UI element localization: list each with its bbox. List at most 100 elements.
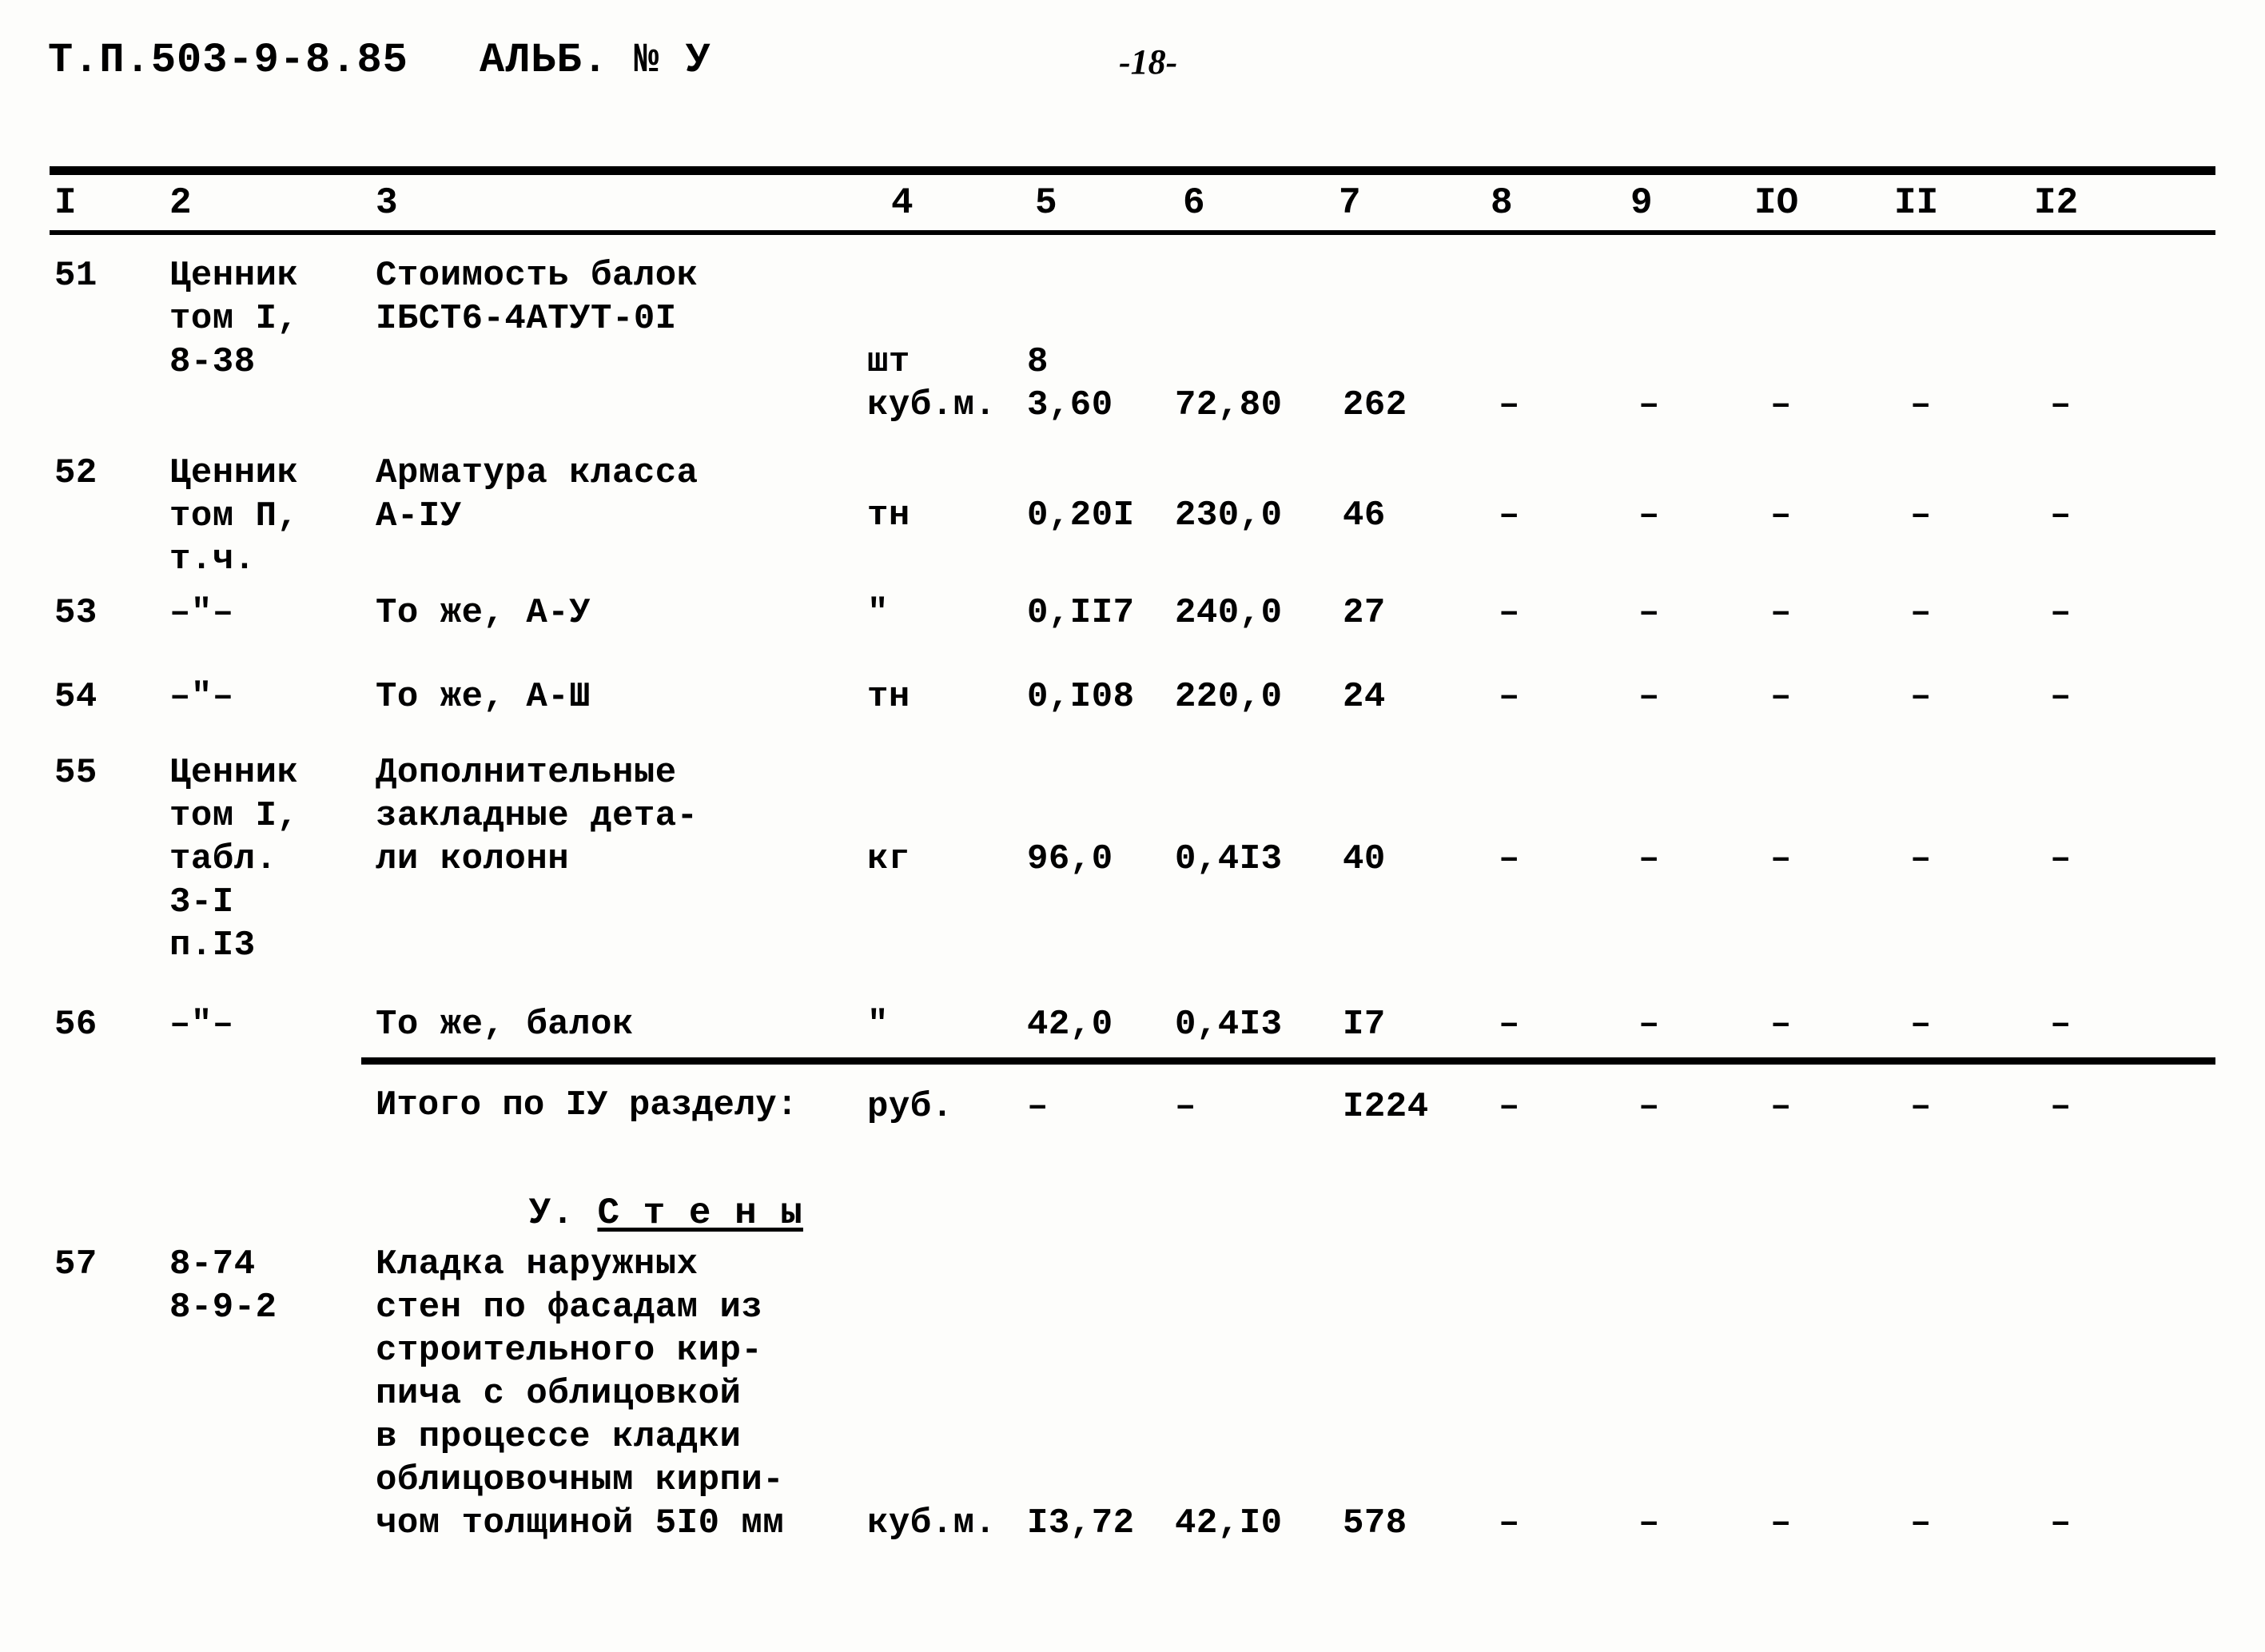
document-page: Т.П.503-9-8.85 АЛЬБ. № У -18- I 2 3 4 5 …: [0, 0, 2265, 1652]
column-10-value: –: [1770, 1503, 1792, 1543]
column-11-value: –: [1910, 1503, 1932, 1543]
source-ref: Ценник том I, табл. 3-I п.I3: [169, 753, 299, 965]
unit-price: 42,I0: [1175, 1503, 1283, 1543]
column-8-value: –: [1499, 1503, 1520, 1543]
column-9-value: –: [1638, 1005, 1660, 1045]
column-9-value: –: [1638, 1503, 1660, 1543]
column-9-value: –: [1638, 593, 1660, 633]
column-10-value: –: [1770, 385, 1792, 425]
source-ref: –"–: [169, 1005, 234, 1045]
total-cost: 40: [1343, 839, 1386, 879]
column-number-11: II: [1894, 182, 1939, 224]
quantity: 96,0: [1027, 839, 1113, 879]
description: То же, А-Ш: [376, 677, 591, 717]
column-8-value: –: [1499, 839, 1520, 879]
total-cost: 578: [1343, 1503, 1407, 1543]
column-9-value: –: [1638, 385, 1660, 425]
unit: тн: [867, 496, 910, 535]
page-number: -18-: [1119, 42, 1178, 82]
section-number: У.: [528, 1192, 598, 1234]
quantity: 42,0: [1027, 1005, 1113, 1045]
column-12-value: –: [2050, 1503, 2072, 1543]
row-number: 53: [54, 593, 98, 633]
column-8-value: –: [1499, 496, 1520, 535]
total-cost: 24: [1343, 677, 1386, 717]
unit-primary: шт: [867, 342, 910, 382]
row-number: 57: [54, 1244, 98, 1284]
row-number: 56: [54, 1005, 98, 1045]
source-ref: –"–: [169, 593, 234, 633]
column-11-value: –: [1910, 1087, 1932, 1127]
description: То же, А-У: [376, 593, 591, 633]
document-code: Т.П.503-9-8.85: [48, 37, 408, 84]
column-10-value: –: [1770, 677, 1792, 717]
column-number-2: 2: [169, 182, 192, 224]
quantity: I3,72: [1027, 1503, 1135, 1543]
total-unit: руб.: [867, 1087, 953, 1127]
table-top-rule: [50, 166, 2215, 175]
unit-price: 72,80: [1175, 385, 1283, 425]
column-10-value: –: [1770, 839, 1792, 879]
total-cost: 262: [1343, 385, 1407, 425]
column-11-value: –: [1910, 677, 1932, 717]
column-12-value: –: [2050, 677, 2072, 717]
column-11-value: –: [1910, 593, 1932, 633]
description: Арматура класса А-IУ: [376, 453, 699, 536]
quantity: 0,20I: [1027, 496, 1135, 535]
column-number-1: I: [54, 182, 77, 224]
source-ref: 8-74 8-9-2: [169, 1244, 277, 1328]
column-number-4: 4: [891, 182, 914, 224]
column-11-value: –: [1910, 839, 1932, 879]
column-8-value: –: [1499, 593, 1520, 633]
row-number: 54: [54, 677, 98, 717]
total-separator-rule: [361, 1057, 2215, 1065]
column-8-value: –: [1499, 1087, 1520, 1127]
column-12-value: –: [2050, 839, 2072, 879]
quantity: 0,II7: [1027, 593, 1135, 633]
album-label: АЛЬБ. № У: [480, 37, 711, 84]
column-12-value: –: [2050, 385, 2072, 425]
source-ref: Ценник том I, 8-38: [169, 256, 299, 382]
column-12-value: –: [2050, 496, 2072, 535]
column-9-value: –: [1638, 677, 1660, 717]
column-number-6: 6: [1183, 182, 1205, 224]
unit-price: 0,4I3: [1175, 1005, 1283, 1045]
description: Кладка наружных стен по фасадам из строи…: [376, 1244, 785, 1543]
unit-price: 0,4I3: [1175, 839, 1283, 879]
column-number-9: 9: [1630, 182, 1653, 224]
row-number: 55: [54, 753, 98, 793]
column-number-5: 5: [1035, 182, 1057, 224]
column-11-value: –: [1910, 496, 1932, 535]
unit-price: 230,0: [1175, 496, 1283, 535]
column-8-value: –: [1499, 677, 1520, 717]
quantity: 3,60: [1027, 385, 1113, 425]
column-11-value: –: [1910, 385, 1932, 425]
description: Дополнительные закладные дета- ли колонн: [376, 753, 699, 879]
column-8-value: –: [1499, 385, 1520, 425]
column-number-7: 7: [1339, 182, 1361, 224]
column-number-8: 8: [1491, 182, 1513, 224]
section-title: С т е н ы: [597, 1192, 803, 1234]
total-label: Итого по IУ разделу:: [376, 1085, 798, 1125]
unit-price: 240,0: [1175, 593, 1283, 633]
unit: тн: [867, 677, 910, 717]
column-9-value: –: [1638, 496, 1660, 535]
column-number-3: 3: [376, 182, 398, 224]
unit: куб.м.: [867, 1503, 997, 1543]
quantity: 0,I08: [1027, 677, 1135, 717]
total-quantity: –: [1027, 1087, 1049, 1127]
total-cost: 27: [1343, 593, 1386, 633]
total-unit-price: –: [1175, 1087, 1196, 1127]
column-10-value: –: [1770, 1005, 1792, 1045]
unit-secondary: куб.м.: [867, 385, 997, 425]
row-number: 52: [54, 453, 98, 493]
column-12-value: –: [2050, 1005, 2072, 1045]
source-ref: Ценник том П, т.ч.: [169, 453, 299, 579]
column-10-value: –: [1770, 496, 1792, 535]
quantity-primary: 8: [1027, 342, 1049, 382]
column-9-value: –: [1638, 1087, 1660, 1127]
unit-price: 220,0: [1175, 677, 1283, 717]
source-ref: –"–: [169, 677, 234, 717]
column-10-value: –: [1770, 593, 1792, 633]
column-9-value: –: [1638, 839, 1660, 879]
